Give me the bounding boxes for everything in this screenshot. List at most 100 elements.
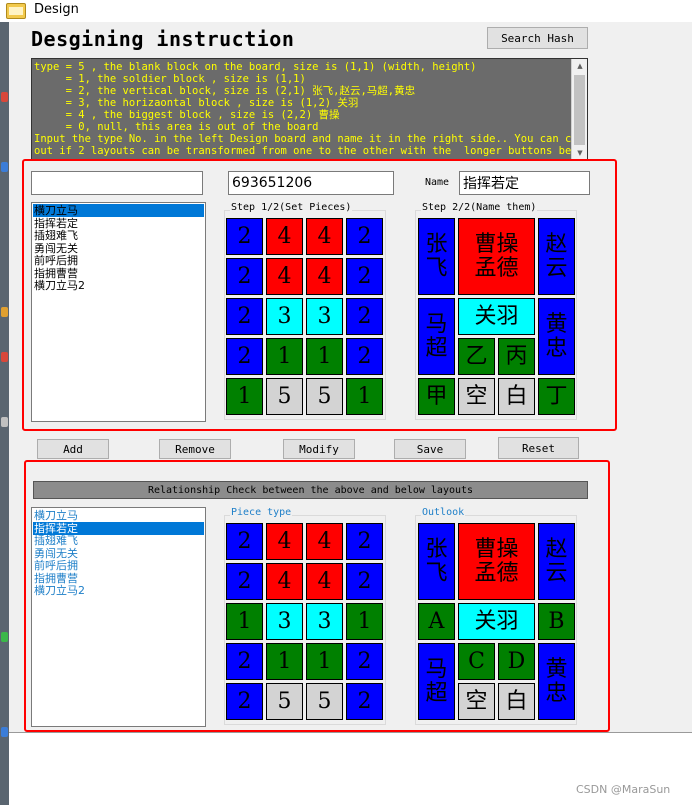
taskbar-icon [1,417,8,427]
piece-soldier-yi[interactable]: 乙 [458,338,495,375]
piece-blank-kong[interactable]: 空 [458,378,495,415]
piece-blank-bai[interactable]: 白 [498,378,535,415]
grid-cell-r1-c3[interactable]: 2 [346,563,383,600]
grid-cell-r3-c1[interactable]: 1 [266,338,303,375]
taskbar-icon [1,352,8,362]
grid-cell-r0-c3[interactable]: 2 [346,218,383,255]
scroll-thumb[interactable] [574,75,585,145]
instruction-line: = 0, null, this area is out of the board [34,121,319,133]
piece-soldier-ding[interactable]: 丁 [538,378,575,415]
piece-blank-bai[interactable]: 白 [498,683,535,720]
grid-cell-r3-c3[interactable]: 2 [346,643,383,680]
list-item[interactable]: 指挥若定 [33,217,204,230]
piece-soldier-jia[interactable]: 甲 [418,378,455,415]
grid-cell-r2-c3[interactable]: 2 [346,298,383,335]
layout-list-bottom[interactable]: 横刀立马 指挥若定 插翅难飞 勇闯无关 前呼后拥 指拥曹营 横刀立马2 [31,507,206,727]
grid-cell-r2-c0[interactable]: 1 [226,603,263,640]
list-item[interactable]: 插翅难飞 [33,534,204,547]
grid-cell-r4-c2[interactable]: 5 [306,683,343,720]
grid-cell-r4-c0[interactable]: 2 [226,683,263,720]
grid-cell-r4-c0[interactable]: 1 [226,378,263,415]
grid-cell-r1-c0[interactable]: 2 [226,563,263,600]
grid-cell-r3-c0[interactable]: 2 [226,338,263,375]
piece-huangzhong[interactable]: 黄忠 [538,643,575,720]
reset-button[interactable]: Reset [498,437,579,459]
grid-cell-r1-c1[interactable]: 4 [266,258,303,295]
piece-huangzhong[interactable]: 黄忠 [538,298,575,375]
piece-zhaoyun[interactable]: 赵云 [538,523,575,600]
scroll-up-icon[interactable]: ▲ [572,59,588,73]
piece-caocao[interactable]: 曹操孟德 [458,218,535,295]
piece-soldier-d[interactable]: D [498,643,535,680]
grid-cell-r4-c3[interactable]: 2 [346,683,383,720]
piece-guanyu[interactable]: 关羽 [458,603,535,640]
list-item[interactable]: 勇闯无关 [33,547,204,560]
grid-cell-r0-c0[interactable]: 2 [226,218,263,255]
grid-cell-r1-c3[interactable]: 2 [346,258,383,295]
list-item[interactable]: 横刀立马2 [33,584,204,597]
add-button[interactable]: Add [37,439,109,459]
instruction-scrollbar[interactable]: ▲ ▼ [571,59,587,160]
grid-cell-r0-c2[interactable]: 4 [306,523,343,560]
piece-machao[interactable]: 马超 [418,643,455,720]
piece-soldier-bing[interactable]: 丙 [498,338,535,375]
grid-cell-r3-c2[interactable]: 1 [306,338,343,375]
piece-zhaoyun[interactable]: 赵云 [538,218,575,295]
piece-soldier-c[interactable]: C [458,643,495,680]
save-button[interactable]: Save [394,439,466,459]
grid-cell-r3-c1[interactable]: 1 [266,643,303,680]
piece-soldier-a[interactable]: A [418,603,455,640]
instruction-text: type = 5 , the blank block on the board,… [34,61,571,157]
grid-cell-r2-c1[interactable]: 3 [266,603,303,640]
grid-cell-r0-c0[interactable]: 2 [226,523,263,560]
grid-cell-r1-c0[interactable]: 2 [226,258,263,295]
grid-cell-r0-c1[interactable]: 4 [266,218,303,255]
piece-machao[interactable]: 马超 [418,298,455,375]
grid-cell-r2-c1[interactable]: 3 [266,298,303,335]
list-item[interactable]: 指拥曹营 [33,572,204,585]
piece-guanyu[interactable]: 关羽 [458,298,535,335]
grid-cell-r2-c2[interactable]: 3 [306,298,343,335]
scroll-down-icon[interactable]: ▼ [572,146,588,160]
remove-button[interactable]: Remove [159,439,231,459]
list-item[interactable]: 前呼后拥 [33,254,204,267]
grid-cell-r4-c1[interactable]: 5 [266,683,303,720]
grid-cell-r1-c2[interactable]: 4 [306,258,343,295]
grid-cell-r4-c1[interactable]: 5 [266,378,303,415]
grid-cell-r0-c2[interactable]: 4 [306,218,343,255]
list-item[interactable]: 指挥若定 [33,521,204,535]
list-item[interactable]: 指拥曹营 [33,267,204,280]
grid-cell-r2-c2[interactable]: 3 [306,603,343,640]
name-field[interactable]: 指挥若定 [459,171,590,195]
search-hash-button[interactable]: Search Hash [487,27,588,49]
type-input[interactable] [31,171,203,195]
window-title: Design [34,2,79,17]
grid-cell-r0-c1[interactable]: 4 [266,523,303,560]
grid-cell-r0-c3[interactable]: 2 [346,523,383,560]
piece-blank-kong[interactable]: 空 [458,683,495,720]
list-item[interactable]: 横刀立马 [33,509,204,522]
grid-cell-r4-c3[interactable]: 1 [346,378,383,415]
piece-caocao[interactable]: 曹操孟德 [458,523,535,600]
piece-zhangfei[interactable]: 张飞 [418,523,455,600]
grid-cell-r3-c2[interactable]: 1 [306,643,343,680]
grid-cell-r1-c2[interactable]: 4 [306,563,343,600]
grid-cell-r3-c0[interactable]: 2 [226,643,263,680]
piece-zhangfei[interactable]: 张飞 [418,218,455,295]
grid-cell-r2-c3[interactable]: 1 [346,603,383,640]
list-item[interactable]: 勇闯无关 [33,242,204,255]
grid-cell-r4-c2[interactable]: 5 [306,378,343,415]
grid-cell-r2-c0[interactable]: 2 [226,298,263,335]
list-item[interactable]: 前呼后拥 [33,559,204,572]
grid-cell-r3-c3[interactable]: 2 [346,338,383,375]
layout-list-top[interactable]: 横刀立马 指挥若定 插翅难飞 勇闯无关 前呼后拥 指拥曹营 横刀立马2 [31,202,206,422]
list-item[interactable]: 横刀立马 [33,204,204,217]
list-item[interactable]: 插翅难飞 [33,229,204,242]
modify-button[interactable]: Modify [283,439,355,459]
piece-soldier-b[interactable]: B [538,603,575,640]
grid-cell-r1-c1[interactable]: 4 [266,563,303,600]
instruction-textbox[interactable]: type = 5 , the blank block on the board,… [31,58,588,161]
hash-field[interactable]: 693651206 [228,171,394,195]
list-item[interactable]: 横刀立马2 [33,279,204,292]
relationship-check-button[interactable]: Relationship Check between the above and… [33,481,588,499]
